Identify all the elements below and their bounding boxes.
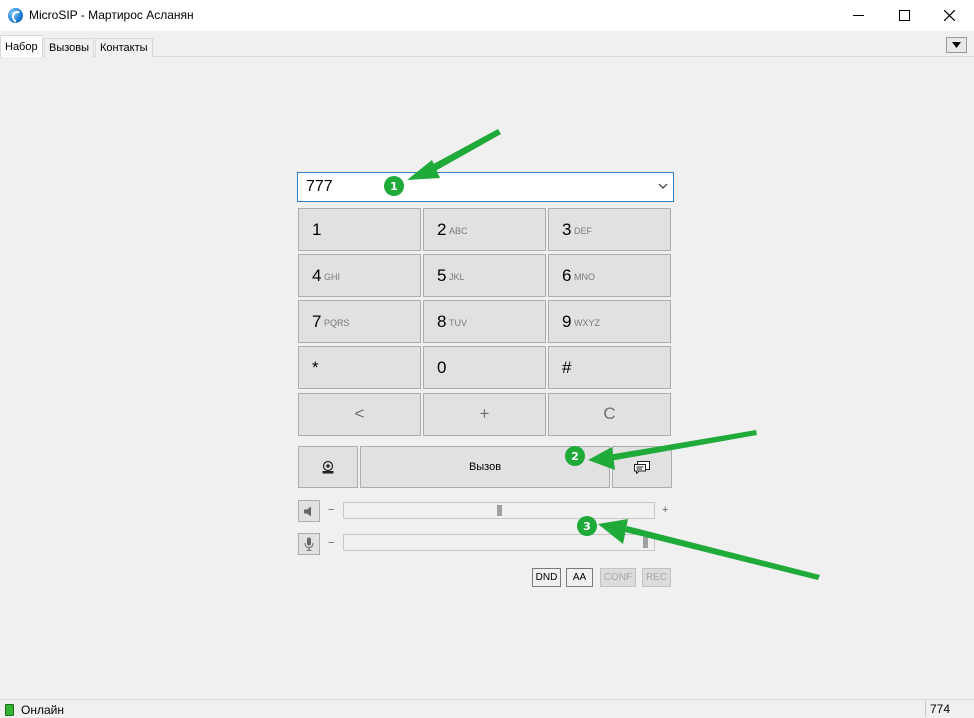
key-digit: 6 (562, 266, 572, 285)
chevron-down-icon[interactable] (658, 183, 668, 189)
close-icon (943, 10, 955, 21)
key-1[interactable]: 1 (298, 208, 421, 251)
speaker-volume-plus: + (662, 504, 669, 516)
key-letters: DEF (574, 226, 592, 236)
close-button[interactable] (926, 0, 972, 31)
number-input-value: 777 (306, 178, 333, 195)
microphone-icon (304, 537, 314, 551)
dnd-toggle[interactable]: DND (532, 568, 561, 587)
key-hash[interactable]: # (548, 346, 671, 389)
minimize-icon (852, 15, 864, 16)
plus-button[interactable]: + (423, 393, 546, 436)
key-digit: # (562, 358, 572, 377)
record-toggle[interactable]: REC (642, 568, 671, 587)
key-8[interactable]: 8 TUV (423, 300, 546, 343)
key-digit: 2 (437, 220, 447, 239)
video-call-button[interactable] (298, 446, 358, 488)
call-button-label: Вызов (468, 461, 502, 473)
speaker-volume-minus: − (328, 504, 335, 516)
key-star[interactable]: * (298, 346, 421, 389)
webcam-icon (322, 460, 334, 474)
message-button[interactable] (612, 446, 672, 488)
microphone-volume-minus: − (328, 537, 335, 549)
backspace-label: < (354, 404, 365, 423)
speaker-icon (304, 506, 311, 516)
conference-toggle[interactable]: CONF (600, 568, 636, 587)
tab-contacts[interactable]: Контакты (95, 38, 153, 57)
key-9[interactable]: 9 WXYZ (548, 300, 671, 343)
key-6[interactable]: 6 MNO (548, 254, 671, 297)
key-digit: 3 (562, 220, 572, 239)
annotation-badge-1: 1 (384, 176, 404, 196)
microphone-volume-thumb[interactable] (643, 537, 648, 548)
maximize-icon (898, 10, 910, 21)
key-letters: ABC (449, 226, 468, 236)
key-digit: 4 (312, 266, 322, 285)
clear-button[interactable]: C (548, 393, 671, 436)
online-status-icon (5, 704, 14, 716)
window-title: MicroSIP - Мартирос Асланян (29, 8, 194, 22)
microphone-volume-slider[interactable] (343, 534, 655, 551)
annotation-badge-2: 2 (565, 446, 585, 466)
key-digit: 0 (437, 358, 447, 377)
key-digit: * (312, 358, 319, 377)
main-menu-button[interactable] (946, 37, 967, 53)
speaker-volume-slider[interactable] (343, 502, 655, 519)
status-text[interactable]: Онлайн (21, 703, 64, 717)
key-digit: 9 (562, 312, 572, 331)
key-digit: 7 (312, 312, 322, 331)
title-bar: MicroSIP - Мартирос Асланян (0, 0, 974, 31)
key-digit: 8 (437, 312, 447, 331)
key-7[interactable]: 7 PQRS (298, 300, 421, 343)
speaker-mute-button[interactable] (298, 500, 320, 522)
key-2[interactable]: 2 ABC (423, 208, 546, 251)
tab-dialpad[interactable]: Набор (0, 35, 43, 57)
microsip-logo-icon (8, 8, 23, 23)
clear-label: C (603, 404, 616, 423)
annotation-badge-3: 3 (577, 516, 597, 536)
minimize-button[interactable] (835, 0, 881, 31)
triangle-down-icon (952, 42, 961, 48)
auto-answer-toggle[interactable]: AA (566, 568, 593, 587)
key-letters: MNO (574, 272, 595, 282)
maximize-button[interactable] (881, 0, 927, 31)
status-separator (925, 701, 926, 717)
key-letters: JKL (449, 272, 465, 282)
key-letters: TUV (449, 318, 467, 328)
status-bar: Онлайн (0, 699, 974, 718)
key-digit: 1 (312, 220, 322, 239)
key-0[interactable]: 0 (423, 346, 546, 389)
microphone-mute-button[interactable] (298, 533, 320, 555)
key-3[interactable]: 3 DEF (548, 208, 671, 251)
key-digit: 5 (437, 266, 447, 285)
backspace-button[interactable]: < (298, 393, 421, 436)
key-5[interactable]: 5 JKL (423, 254, 546, 297)
speaker-volume-thumb[interactable] (497, 505, 502, 516)
key-letters: WXYZ (574, 318, 600, 328)
tab-calls[interactable]: Вызовы (44, 38, 95, 57)
status-count: 774 (930, 702, 951, 716)
key-letters: PQRS (324, 318, 350, 328)
number-input[interactable]: 777 (297, 172, 674, 202)
plus-label: + (479, 404, 490, 423)
key-4[interactable]: 4 GHI (298, 254, 421, 297)
chat-icon (634, 460, 650, 474)
key-letters: GHI (324, 272, 341, 282)
